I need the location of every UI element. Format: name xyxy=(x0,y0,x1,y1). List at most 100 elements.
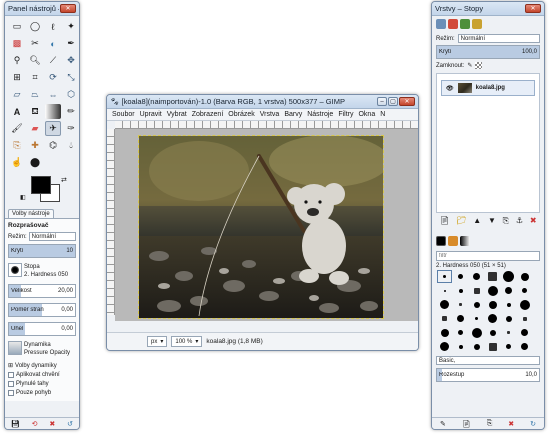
menu-item[interactable]: Soubor xyxy=(112,111,135,118)
eraser-tool-icon[interactable]: ▰ xyxy=(27,121,43,136)
layers-titlebar[interactable]: Vrstvy – Stopy ✕ xyxy=(432,2,544,16)
menu-item[interactable]: Vybrat xyxy=(167,111,187,118)
aspect-ratio-slider[interactable]: Poměr stran 0,00 xyxy=(8,303,76,317)
delete-brush-icon[interactable]: ✖ xyxy=(508,420,514,428)
swap-colors-icon[interactable]: ⇄ xyxy=(61,176,67,184)
clone-tool-icon[interactable]: ⎘ xyxy=(9,138,25,153)
brush-preview-item[interactable] xyxy=(470,327,483,338)
move-tool-icon[interactable]: ✥ xyxy=(63,53,79,68)
brush-preview-item[interactable] xyxy=(470,341,483,352)
menu-item[interactable]: Okna xyxy=(358,111,375,118)
menu-item[interactable]: Nástroje xyxy=(307,111,333,118)
menu-item[interactable]: Zobrazení xyxy=(192,111,224,118)
brush-preview-item[interactable] xyxy=(518,285,531,296)
new-layer-icon[interactable]: 📄︎ xyxy=(439,216,449,226)
delete-options-icon[interactable]: ✖ xyxy=(49,420,55,428)
dynamics-options-expander[interactable]: ⊞ Volby dynamiky xyxy=(8,362,76,370)
smooth-stroke-checkbox[interactable]: Plynulé tahy xyxy=(8,381,76,387)
free-select-tool-icon[interactable]: ℓ xyxy=(45,19,61,34)
brush-preview-item[interactable] xyxy=(438,341,451,352)
brush-preview-item[interactable] xyxy=(470,299,483,310)
brush-preview-item[interactable] xyxy=(438,299,451,310)
dynamics-preview[interactable] xyxy=(8,341,22,355)
layer-group-icon[interactable]: 📁︎ xyxy=(456,216,466,226)
paintbrush-tool-icon[interactable]: 🖌︎ xyxy=(9,121,25,136)
brush-preview-item[interactable] xyxy=(454,341,467,352)
blur-tool-icon[interactable]: 💧︎ xyxy=(63,138,79,153)
perspective-clone-tool-icon[interactable]: ⌬ xyxy=(45,138,61,153)
tab-brushes[interactable] xyxy=(436,236,446,246)
apply-jitter-checkbox[interactable]: Aplikovat chvění xyxy=(8,372,76,378)
layer-opacity-slider[interactable]: Krytí 100,0 xyxy=(436,45,540,59)
tab-layers[interactable] xyxy=(436,19,446,29)
mode-select[interactable]: Normální xyxy=(28,232,76,241)
brush-preview-item[interactable] xyxy=(437,270,452,283)
color-select-tool-icon[interactable]: ▩ xyxy=(9,36,25,51)
brush-preview-item[interactable] xyxy=(502,285,515,296)
brush-preview-item[interactable] xyxy=(438,327,451,338)
brush-preview-item[interactable] xyxy=(518,299,531,310)
tab-gradients[interactable] xyxy=(460,236,470,246)
duplicate-layer-icon[interactable]: ⎘ xyxy=(503,216,509,226)
unit-select[interactable]: px ▾ xyxy=(147,336,168,347)
new-brush-icon[interactable]: 📄︎ xyxy=(462,420,471,428)
brush-preview-item[interactable] xyxy=(502,327,515,338)
toolbox-titlebar[interactable]: Panel nástrojů – Vo... ✕ xyxy=(5,2,79,16)
perspective-tool-icon[interactable]: ⏢ xyxy=(27,87,43,102)
bucket-fill-tool-icon[interactable]: ⛾ xyxy=(27,104,43,119)
dodge-burn-tool-icon[interactable]: ⬤ xyxy=(27,155,43,170)
menu-item[interactable]: Vrstva xyxy=(260,111,280,118)
tab-tool-options[interactable]: Volby nástroje xyxy=(8,209,54,218)
close-button[interactable]: ✕ xyxy=(60,4,76,13)
close-button[interactable]: ✕ xyxy=(399,97,415,106)
horizontal-ruler[interactable] xyxy=(115,121,418,129)
brush-preview-item[interactable] xyxy=(454,285,467,296)
menu-item[interactable]: Barvy xyxy=(284,111,302,118)
paths-tool-icon[interactable]: ✒ xyxy=(63,36,79,51)
maximize-button[interactable]: ▢ xyxy=(388,97,398,106)
brush-preview-item[interactable] xyxy=(486,271,499,282)
brush-tag-select[interactable]: Basic, xyxy=(436,356,540,365)
foreground-color-swatch[interactable] xyxy=(31,176,51,194)
brush-preview-item[interactable] xyxy=(486,285,499,296)
layer-mode-select[interactable]: Normální xyxy=(457,34,540,43)
menu-item[interactable]: Obrázek xyxy=(228,111,254,118)
tab-undo[interactable] xyxy=(472,19,482,29)
align-tool-icon[interactable]: ⊞ xyxy=(9,70,25,85)
brush-preview-item[interactable] xyxy=(518,341,531,352)
fuzzy-select-tool-icon[interactable]: ✦ xyxy=(63,19,79,34)
crop-tool-icon[interactable]: ⌗ xyxy=(27,70,43,85)
brush-preview-item[interactable] xyxy=(470,313,483,324)
scissors-tool-icon[interactable]: ✂ xyxy=(27,36,43,51)
brush-preview-item[interactable] xyxy=(502,299,515,310)
lock-pixels-icon[interactable]: ✎ xyxy=(467,62,472,69)
image-canvas[interactable] xyxy=(138,135,384,319)
default-colors-icon[interactable]: ◧ xyxy=(20,194,26,201)
smudge-tool-icon[interactable]: ☝ xyxy=(9,155,25,170)
delete-layer-icon[interactable]: ✖ xyxy=(530,216,537,226)
vertical-ruler[interactable] xyxy=(107,129,115,315)
brush-preview-item[interactable] xyxy=(454,327,467,338)
tab-paths[interactable] xyxy=(460,19,470,29)
image-titlebar[interactable]: 🐾︎ [koala8](naimportován)-1.0 (Barva RGB… xyxy=(107,95,418,109)
scale-tool-icon[interactable]: ⤡ xyxy=(63,70,79,85)
brush-preview-item[interactable] xyxy=(470,271,483,282)
color-picker-tool-icon[interactable]: ⚲ xyxy=(9,53,25,68)
blend-tool-icon[interactable] xyxy=(45,104,61,119)
measure-tool-icon[interactable]: ⟋ xyxy=(45,53,61,68)
size-slider[interactable]: Velikost 20,00 xyxy=(8,284,76,298)
canvas-area[interactable] xyxy=(115,129,418,321)
cage-tool-icon[interactable]: ⬡ xyxy=(63,87,79,102)
visibility-eye-icon[interactable]: 👁︎ xyxy=(446,85,454,92)
zoom-tool-icon[interactable]: 🔍︎ xyxy=(27,53,43,68)
anchor-layer-icon[interactable]: ⚓︎ xyxy=(516,216,523,226)
raise-layer-icon[interactable]: ▲ xyxy=(473,216,481,226)
brush-filter-input[interactable] xyxy=(436,251,540,261)
menu-item[interactable]: Upravit xyxy=(140,111,162,118)
menu-item[interactable]: Filtry xyxy=(338,111,353,118)
minimize-button[interactable]: – xyxy=(377,97,387,106)
brush-preview-item[interactable] xyxy=(486,327,499,338)
lower-layer-icon[interactable]: ▼ xyxy=(488,216,496,226)
shear-tool-icon[interactable]: ▱ xyxy=(9,87,25,102)
zoom-select[interactable]: 100 % ▾ xyxy=(171,336,203,347)
